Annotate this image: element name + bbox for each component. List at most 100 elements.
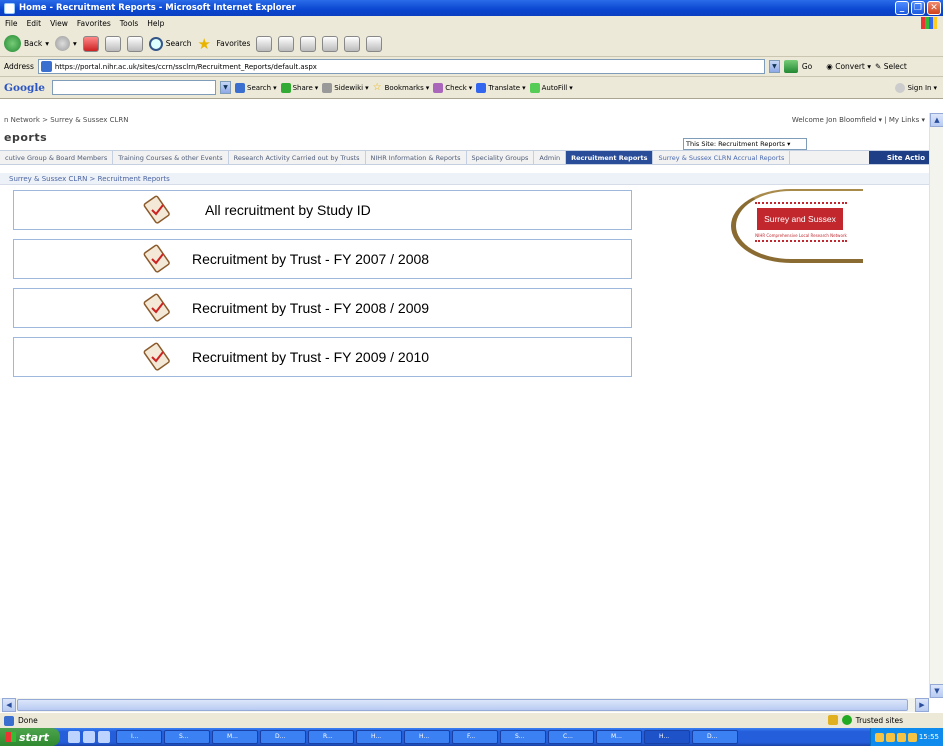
quicklaunch-desktop-icon[interactable] [98, 731, 110, 743]
tab-training-courses[interactable]: Training Courses & other Events [113, 151, 229, 164]
home-icon[interactable] [126, 35, 143, 52]
convert-button[interactable]: ◉ Convert ▾ [826, 62, 871, 71]
tab-accrual-reports[interactable]: Surrey & Sussex CLRN Accrual Reports [653, 151, 791, 164]
back-button[interactable]: Back ▾ [4, 35, 49, 52]
task-button[interactable]: M... [212, 730, 258, 744]
folder-icon[interactable] [344, 35, 361, 52]
research-icon[interactable] [366, 35, 383, 52]
windows-logo-icon [6, 732, 16, 742]
autofill-button[interactable]: AutoFill ▾ [529, 82, 573, 93]
menu-favorites[interactable]: Favorites [77, 19, 111, 28]
quicklaunch-outlook-icon[interactable] [83, 731, 95, 743]
tab-nihr-information[interactable]: NIHR Information & Reports [366, 151, 467, 164]
tab-executive-group[interactable]: cutive Group & Board Members [0, 151, 114, 164]
menu-view[interactable]: View [50, 19, 68, 28]
tray-icon[interactable] [896, 732, 906, 742]
tab-research-activity[interactable]: Research Activity Carried out by Trusts [229, 151, 366, 164]
tab-speciality-groups[interactable]: Speciality Groups [467, 151, 535, 164]
tray-icon[interactable] [885, 732, 895, 742]
tray-icon[interactable] [874, 732, 884, 742]
report-label: Recruitment by Trust - FY 2009 / 2010 [192, 349, 430, 365]
signin-button[interactable]: Sign In ▾ [895, 82, 937, 93]
scroll-up-button[interactable]: ▲ [930, 113, 943, 127]
task-button[interactable]: C... [548, 730, 594, 744]
share-button[interactable]: Share ▾ [280, 82, 318, 93]
autofill-icon [529, 82, 540, 93]
clock[interactable]: 15:55 [919, 733, 939, 741]
translate-icon [476, 82, 487, 93]
page-breadcrumb[interactable]: Surrey & Sussex CLRN > Recruitment Repor… [0, 173, 929, 185]
tray-icon[interactable] [907, 732, 917, 742]
scroll-left-button[interactable]: ◀ [2, 698, 16, 712]
menu-help[interactable]: Help [147, 19, 164, 28]
refresh-icon[interactable] [104, 35, 121, 52]
site-actions-menu[interactable]: Site Actio [868, 151, 929, 164]
clipboard-icon [143, 293, 170, 322]
report-link-fy-2007-2008[interactable]: Recruitment by Trust - FY 2007 / 2008 [13, 239, 632, 279]
task-button[interactable]: H... [356, 730, 402, 744]
task-buttons: I... S... M... D... R... H... H... F... … [116, 730, 738, 744]
horizontal-scrollbar[interactable]: ◀ ▶ [0, 698, 929, 712]
history-icon[interactable] [256, 35, 273, 52]
address-label: Address [4, 62, 34, 71]
report-link-fy-2009-2010[interactable]: Recruitment by Trust - FY 2009 / 2010 [13, 337, 632, 377]
vertical-scrollbar[interactable]: ▲ ▼ [929, 113, 943, 698]
clipboard-icon [143, 195, 170, 224]
surrey-sussex-logo: Surrey and Sussex NIHR Comprehensive Loc… [731, 189, 863, 263]
tab-admin[interactable]: Admin [534, 151, 567, 164]
task-button[interactable]: D... [260, 730, 306, 744]
mail-icon[interactable] [278, 35, 295, 52]
task-button[interactable]: I... [116, 730, 162, 744]
task-button[interactable]: S... [164, 730, 210, 744]
global-breadcrumb-link[interactable]: n Network > Surrey & Sussex CLRN [4, 116, 129, 124]
stop-icon[interactable] [82, 35, 99, 52]
forward-button[interactable]: ▾ [54, 36, 77, 51]
check-button[interactable]: Check ▾ [433, 82, 472, 93]
task-button[interactable]: D... [692, 730, 738, 744]
go-arrow-icon[interactable] [783, 60, 798, 73]
address-url: https://portal.nihr.ac.uk/sites/ccrn/ssc… [54, 62, 317, 71]
task-button[interactable]: H... [644, 730, 690, 744]
print-icon[interactable] [300, 35, 317, 52]
go-button[interactable]: Go [802, 62, 812, 71]
google-dropdown[interactable]: ▼ [220, 81, 231, 94]
minimize-button[interactable]: _ [895, 1, 909, 15]
select-button[interactable]: ✎ Select [875, 62, 907, 71]
site-title: eports [4, 131, 48, 144]
clipboard-icon [143, 342, 170, 371]
report-link-study-id[interactable]: All recruitment by Study ID [13, 190, 632, 230]
menu-tools[interactable]: Tools [120, 19, 138, 28]
address-input[interactable]: https://portal.nihr.ac.uk/sites/ccrn/ssc… [37, 59, 765, 74]
menu-file[interactable]: File [5, 19, 18, 28]
spellcheck-icon [433, 82, 444, 93]
google-search-button[interactable]: Search ▾ [235, 82, 277, 93]
report-link-fy-2008-2009[interactable]: Recruitment by Trust - FY 2008 / 2009 [13, 288, 632, 328]
task-button[interactable]: F... [452, 730, 498, 744]
task-button[interactable]: M... [596, 730, 642, 744]
sidewiki-button[interactable]: Sidewiki ▾ [322, 82, 369, 93]
task-button[interactable]: H... [404, 730, 450, 744]
logo-dots [755, 202, 847, 204]
search-button[interactable]: Search [148, 36, 192, 51]
favorites-button[interactable]: ★ Favorites [198, 36, 251, 52]
horizontal-scroll-thumb[interactable] [17, 699, 908, 711]
translate-button[interactable]: Translate ▾ [476, 82, 526, 93]
scroll-right-button[interactable]: ▶ [915, 698, 929, 712]
address-dropdown[interactable]: ▼ [768, 60, 780, 73]
task-button[interactable]: S... [500, 730, 546, 744]
start-button[interactable]: start [0, 728, 60, 746]
quicklaunch-ie-icon[interactable] [68, 731, 80, 743]
search-scope-select[interactable]: This Site: Recruitment Reports ▾ [683, 138, 807, 150]
task-button[interactable]: R... [308, 730, 354, 744]
menu-edit[interactable]: Edit [27, 19, 42, 28]
bookmarks-button[interactable]: ☆ Bookmarks ▾ [373, 82, 430, 93]
global-breadcrumb: n Network > Surrey & Sussex CLRN Welcome… [0, 113, 943, 128]
menu-bar: File Edit View Favorites Tools Help [0, 16, 943, 31]
welcome-menu[interactable]: Welcome Jon Bloomfield ▾ | My Links ▾ [792, 113, 925, 128]
edit-icon[interactable] [322, 35, 339, 52]
close-button[interactable]: ✕ [927, 1, 941, 15]
maximize-button[interactable]: ❐ [911, 1, 925, 15]
scroll-down-button[interactable]: ▼ [930, 684, 943, 698]
google-search-input[interactable] [52, 80, 216, 95]
tab-recruitment-reports[interactable]: Recruitment Reports [566, 151, 654, 164]
